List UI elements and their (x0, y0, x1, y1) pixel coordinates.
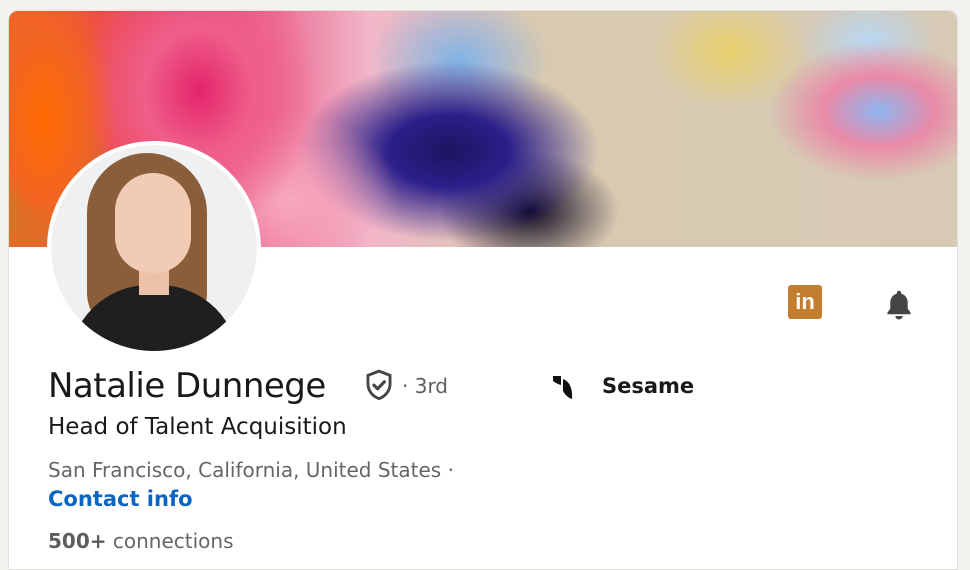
connections-count[interactable]: 500+ connections (48, 529, 234, 553)
bell-icon[interactable] (881, 287, 917, 323)
avatar[interactable] (47, 141, 261, 355)
profile-location: San Francisco, California, United States… (48, 458, 454, 482)
sesame-logo-icon (553, 376, 573, 399)
connections-number: 500+ (48, 529, 107, 553)
profile-card: in Natalie Dunnege · 3rd Sesame Head of … (8, 10, 958, 570)
profile-name: Natalie Dunnege (48, 366, 326, 406)
contact-info-link[interactable]: Contact info (48, 487, 193, 511)
profile-headline: Head of Talent Acquisition (48, 414, 347, 440)
connections-label: connections (112, 529, 234, 553)
connection-degree: · 3rd (402, 374, 449, 398)
avatar-photo (51, 145, 257, 351)
company-name[interactable]: Sesame (602, 374, 694, 398)
linkedin-icon[interactable]: in (788, 285, 822, 319)
verified-shield-icon[interactable] (362, 368, 396, 402)
